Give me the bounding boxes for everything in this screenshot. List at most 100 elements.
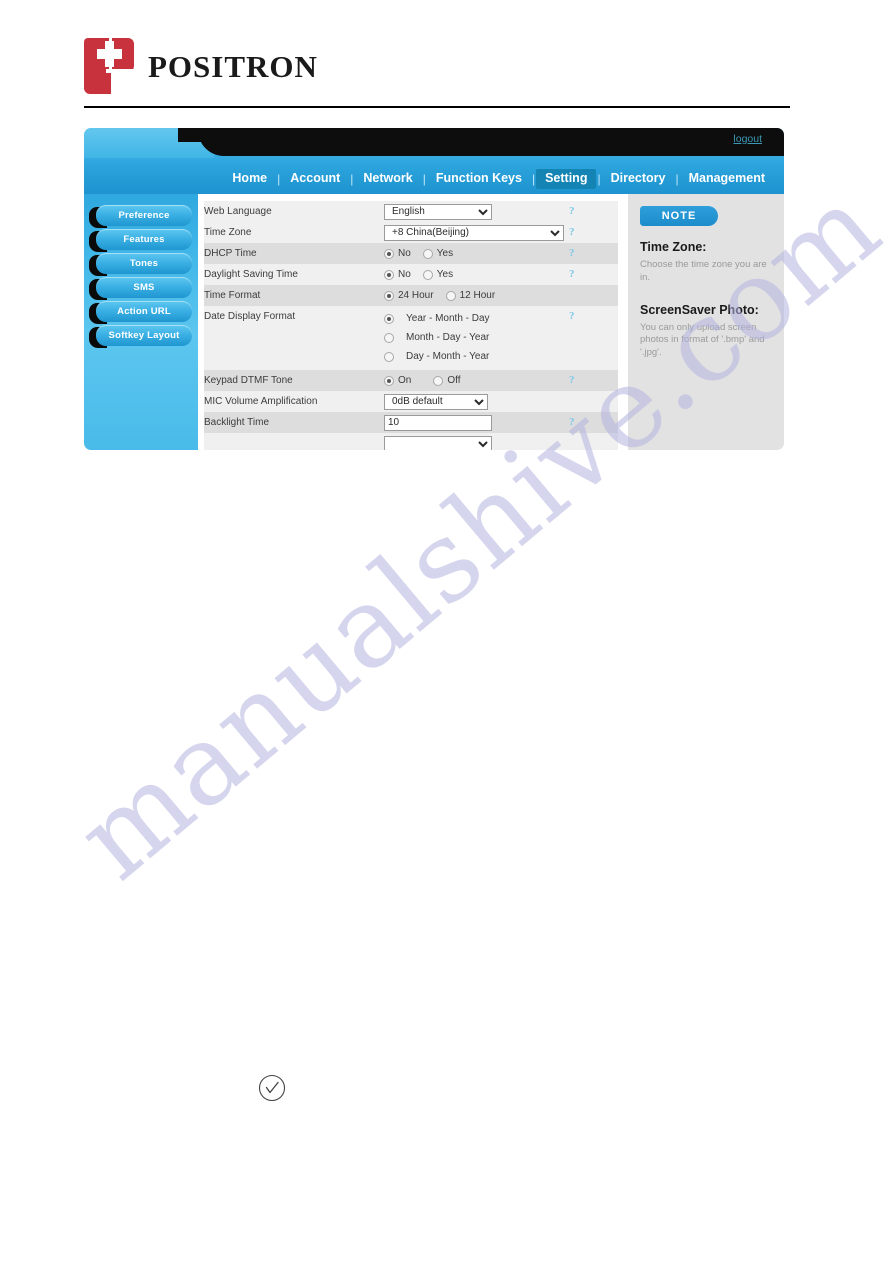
form-row-daylight-saving-time: Daylight Saving Time No Yes ? xyxy=(204,264,618,285)
form-row-partially-visible xyxy=(204,433,618,450)
help-icon-daylight-saving-time[interactable]: ? xyxy=(569,269,575,280)
row-spacer xyxy=(611,222,618,243)
settings-sidebar: Preference Features Tones SMS Action URL… xyxy=(84,194,198,450)
date-display-format-radio-group: Year - Month - Day Month - Day - Year Da… xyxy=(384,309,569,366)
help-icon-date-display-format[interactable]: ? xyxy=(569,311,575,322)
row-spacer xyxy=(611,243,618,264)
radio-label: 24 Hour xyxy=(398,290,434,301)
radio-label: Off xyxy=(447,375,461,386)
row-spacer xyxy=(611,285,618,306)
sidebar-item-sms[interactable]: SMS xyxy=(89,277,192,301)
form-row-keypad-dtmf-tone: Keypad DTMF Tone On Off ? xyxy=(204,370,618,391)
radio-icon[interactable] xyxy=(422,248,433,259)
nav-tab-network[interactable]: Network xyxy=(354,169,421,189)
dhcp-time-option-no[interactable]: No xyxy=(384,248,411,259)
radio-label: Year - Month - Day xyxy=(406,313,490,324)
nav-tab-account[interactable]: Account xyxy=(281,169,349,189)
mic-volume-amplification-select[interactable]: 0dB default xyxy=(384,393,488,410)
radio-icon[interactable] xyxy=(433,375,444,386)
cut-off-row-label xyxy=(204,433,384,450)
sidebar-item-label[interactable]: Softkey Layout xyxy=(96,325,192,346)
nav-tab-function-keys[interactable]: Function Keys xyxy=(427,169,531,189)
radio-label: No xyxy=(398,248,411,259)
radio-icon[interactable] xyxy=(384,332,394,343)
radio-icon[interactable] xyxy=(384,248,394,259)
time-format-option-12-hour[interactable]: 12 Hour xyxy=(445,290,496,301)
nav-tab-setting[interactable]: Setting xyxy=(536,169,597,189)
daylight-saving-option-yes[interactable]: Yes xyxy=(422,269,454,280)
radio-icon[interactable] xyxy=(384,313,394,324)
date-format-option-dmy[interactable]: Day - Month - Year xyxy=(384,351,489,362)
cut-off-row-help-cell xyxy=(569,433,611,450)
mic-volume-help-cell xyxy=(569,391,611,412)
radio-label: 12 Hour xyxy=(459,290,496,301)
help-icon-backlight-time[interactable]: ? xyxy=(569,417,575,428)
backlight-time-label: Backlight Time xyxy=(204,412,384,433)
date-format-option-ymd[interactable]: Year - Month - Day xyxy=(384,313,490,324)
phone-web-ui-frame: logout Home | Account | Network | Functi… xyxy=(84,128,784,450)
note-heading-screensaver-photo: ScreenSaver Photo: xyxy=(640,302,759,317)
backlight-time-input[interactable] xyxy=(384,414,492,431)
preference-settings-panel: Web Language English ? Time Zone +8 Chin… xyxy=(198,194,624,450)
radio-label: Day - Month - Year xyxy=(406,351,490,362)
sidebar-item-label[interactable]: Tones xyxy=(96,253,192,274)
note-panel: NOTE Time Zone: Choose the time zone you… xyxy=(624,194,784,450)
brand-name: POSITRON xyxy=(148,48,318,84)
note-body-screensaver-photo: You can only upload screen photos in for… xyxy=(640,321,765,359)
sidebar-item-softkey-layout[interactable]: Softkey Layout xyxy=(89,325,192,349)
form-row-date-display-format: Date Display Format Year - Month - Day M… xyxy=(204,306,618,370)
preference-form: Web Language English ? Time Zone +8 Chin… xyxy=(204,201,618,450)
form-row-time-zone: Time Zone +8 China(Beijing) ? xyxy=(204,222,618,243)
sidebar-item-label[interactable]: SMS xyxy=(96,277,192,298)
date-format-option-mdy[interactable]: Month - Day - Year xyxy=(384,332,489,343)
row-spacer xyxy=(611,433,618,450)
radio-label: Month - Day - Year xyxy=(406,332,490,343)
web-language-select[interactable]: English xyxy=(384,203,492,220)
help-icon-keypad-dtmf-tone[interactable]: ? xyxy=(569,375,575,386)
nav-tab-directory[interactable]: Directory xyxy=(602,169,675,189)
form-row-mic-volume-amplification: MIC Volume Amplification 0dB default xyxy=(204,391,618,412)
cut-off-row-select[interactable] xyxy=(384,435,492,450)
radio-icon[interactable] xyxy=(384,375,394,386)
radio-label: Yes xyxy=(436,269,454,280)
nav-tab-management[interactable]: Management xyxy=(680,169,774,189)
time-zone-label: Time Zone xyxy=(204,222,384,243)
brand-logo: POSITRON xyxy=(84,38,318,94)
time-format-option-24-hour[interactable]: 24 Hour xyxy=(384,290,434,301)
time-zone-select[interactable]: +8 China(Beijing) xyxy=(384,224,564,241)
form-row-time-format: Time Format 24 Hour 12 Hour xyxy=(204,285,618,306)
radio-icon[interactable] xyxy=(384,269,394,280)
sidebar-item-label[interactable]: Preference xyxy=(96,205,192,226)
row-spacer xyxy=(611,306,618,370)
sidebar-item-action-url[interactable]: Action URL xyxy=(89,301,192,325)
radio-icon[interactable] xyxy=(384,351,394,362)
keypad-dtmf-option-on[interactable]: On xyxy=(384,375,411,386)
row-spacer xyxy=(611,201,618,222)
sidebar-item-label[interactable]: Features xyxy=(96,229,192,250)
keypad-dtmf-option-off[interactable]: Off xyxy=(433,375,461,386)
dhcp-time-option-yes[interactable]: Yes xyxy=(422,248,454,259)
help-icon-time-zone[interactable]: ? xyxy=(569,227,575,238)
radio-icon[interactable] xyxy=(445,290,456,301)
keypad-dtmf-tone-radio-group: On Off xyxy=(384,375,569,386)
daylight-saving-option-no[interactable]: No xyxy=(384,269,411,280)
radio-label: Yes xyxy=(436,248,454,259)
row-spacer xyxy=(611,264,618,285)
main-navigation: Home | Account | Network | Function Keys… xyxy=(84,166,784,192)
help-icon-web-language[interactable]: ? xyxy=(569,206,575,217)
row-spacer xyxy=(611,391,618,412)
radio-label: On xyxy=(398,375,412,386)
note-heading-time-zone: Time Zone: xyxy=(640,240,707,254)
sidebar-item-preference[interactable]: Preference xyxy=(89,205,192,229)
sidebar-item-features[interactable]: Features xyxy=(89,229,192,253)
radio-icon[interactable] xyxy=(384,290,394,301)
logout-link[interactable]: logout xyxy=(733,133,762,145)
radio-icon[interactable] xyxy=(422,269,433,280)
circle-check-icon xyxy=(258,1074,286,1102)
nav-tab-home[interactable]: Home xyxy=(223,169,276,189)
sidebar-item-label[interactable]: Action URL xyxy=(96,301,192,322)
help-icon-dhcp-time[interactable]: ? xyxy=(569,248,575,259)
sidebar-item-tones[interactable]: Tones xyxy=(89,253,192,277)
form-row-dhcp-time: DHCP Time No Yes ? xyxy=(204,243,618,264)
time-format-label: Time Format xyxy=(204,285,384,306)
